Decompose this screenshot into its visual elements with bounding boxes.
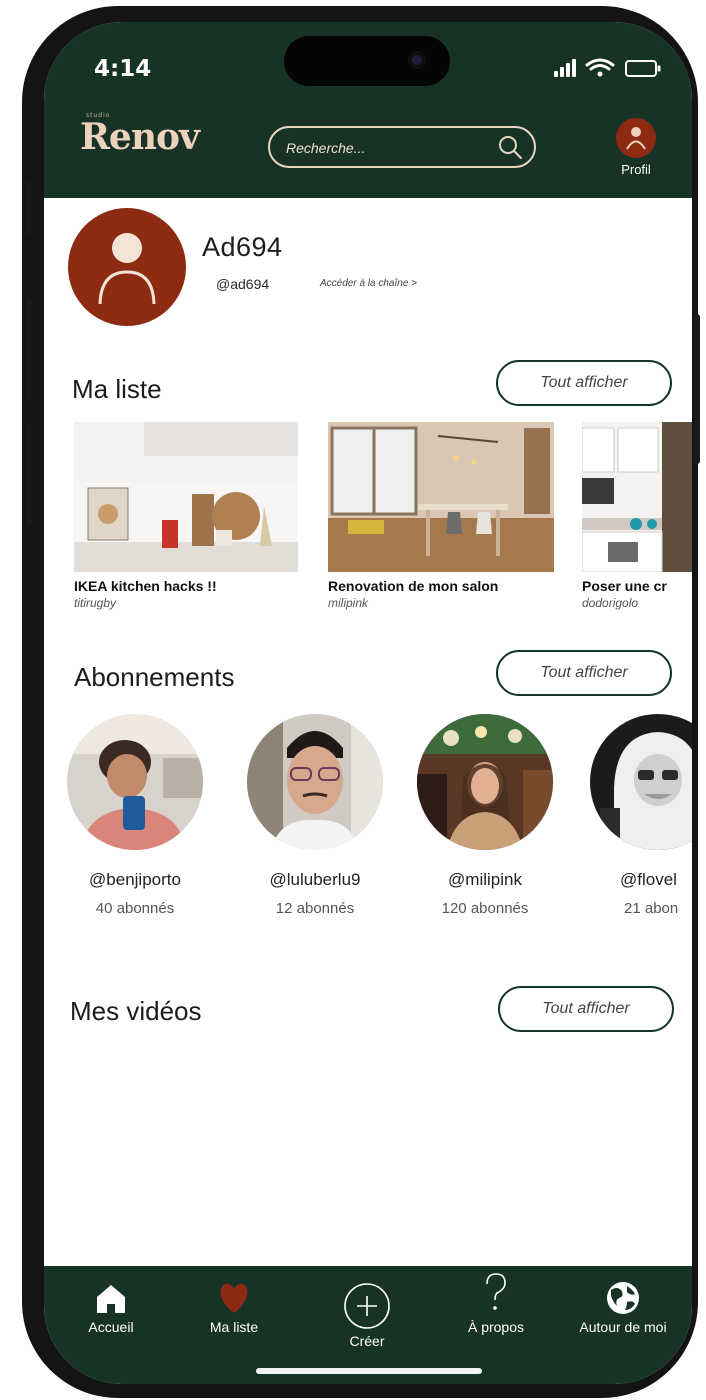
heart-icon [220,1283,248,1313]
search-bar[interactable] [268,126,536,168]
video-title: Poser une cr [582,578,667,594]
video-title: Renovation de mon salon [328,578,499,594]
home-indicator[interactable] [256,1368,482,1374]
camera-icon [408,51,426,69]
video-card[interactable]: Poser une cr dodorigolo [582,422,692,610]
video-author: milipink [328,596,369,610]
my-list-see-all-button[interactable]: Tout afficher [496,360,672,406]
subscription-item[interactable]: @milipink 120 abonnés [410,714,560,917]
video-thumbnail-living-room [328,422,554,572]
user-avatar[interactable] [68,208,186,326]
globe-icon [607,1282,639,1314]
volume-down-button [26,424,32,524]
nav-about-label: À propos [467,1319,525,1335]
video-card[interactable]: IKEA kitchen hacks !! titirugby [74,422,298,610]
action-button [26,182,32,234]
question-icon [486,1273,506,1310]
video-title: IKEA kitchen hacks !! [74,578,217,594]
dynamic-island [284,36,450,86]
user-icon [98,233,156,305]
channel-link[interactable]: Accéder à la chaîne > [320,278,417,289]
subscription-item[interactable]: @flovel 21 abon [590,714,692,917]
subscriber-handle: @milipink [448,870,522,889]
subscriber-avatar [590,714,692,850]
video-thumbnail-kitchen-2 [582,422,692,572]
video-thumbnail-kitchen [74,422,298,572]
logo-tagline: studio [86,112,111,119]
battery-icon [625,60,661,77]
logo-text: Renov [80,116,200,158]
video-author: titirugby [74,596,117,610]
subscriber-handle: @benjiporto [89,870,181,889]
volume-up-button [26,300,32,400]
nav-my-list-label: Ma liste [209,1319,259,1335]
subscriber-count: 40 abonnés [95,900,175,917]
nav-home-label: Accueil [88,1319,134,1335]
home-icon [97,1285,125,1313]
my-videos-see-all-button[interactable]: Tout afficher [498,986,674,1032]
nav-create[interactable]: Créer [322,1282,412,1349]
profile-label: Profil [621,162,651,177]
screen: 4:14 studio Renov Recherche... Profil Ad… [44,22,692,1384]
subscriber-count: 120 abonnés [441,900,529,917]
subscriber-count: 12 abonnés [275,900,355,917]
subscriber-avatar [417,714,553,850]
subscriber-avatar [67,714,203,850]
profile-avatar [616,118,656,158]
profile-button[interactable]: Profil [612,118,660,184]
username: Ad694 [202,232,283,262]
app-logo[interactable]: studio Renov [80,112,200,158]
nav-about[interactable]: À propos [448,1270,544,1335]
search-icon[interactable] [496,134,524,166]
subscription-item[interactable]: @benjiporto 40 abonnés [60,714,210,917]
subscriber-handle: @flovel [620,870,677,889]
user-icon [626,127,646,150]
status-icons [554,56,674,82]
status-time: 4:14 [94,56,152,82]
subscriptions-title: Abonnements [74,662,235,692]
signal-icon [554,59,576,77]
subscriber-avatar [247,714,383,850]
bottom-nav: Accueil Ma liste Créer À propos Autour d… [44,1266,692,1384]
plus-circle-icon [344,1283,390,1329]
my-list-title: Ma liste [72,374,162,404]
subscriber-count: 21 abon [624,900,679,917]
top-bar: 4:14 studio Renov Recherche... Profil [44,22,692,198]
nav-my-list[interactable]: Ma liste [186,1280,282,1335]
nav-home[interactable]: Accueil [66,1280,156,1335]
wifi-icon [585,58,615,77]
nav-around[interactable]: Autour de moi [562,1280,684,1335]
my-videos-title: Mes vidéos [70,996,202,1026]
subscriptions-see-all-button[interactable]: Tout afficher [496,650,672,696]
video-author: dodorigolo [582,596,639,610]
search-input[interactable] [286,137,486,159]
subscriber-handle: @luluberlu9 [269,870,361,889]
nav-around-label: Autour de moi [579,1319,667,1335]
power-button [694,314,700,464]
nav-create-label: Créer [349,1333,385,1349]
user-handle: @ad694 [216,276,270,292]
subscription-item[interactable]: @luluberlu9 12 abonnés [240,714,390,917]
video-card[interactable]: Renovation de mon salon milipink [328,422,554,610]
